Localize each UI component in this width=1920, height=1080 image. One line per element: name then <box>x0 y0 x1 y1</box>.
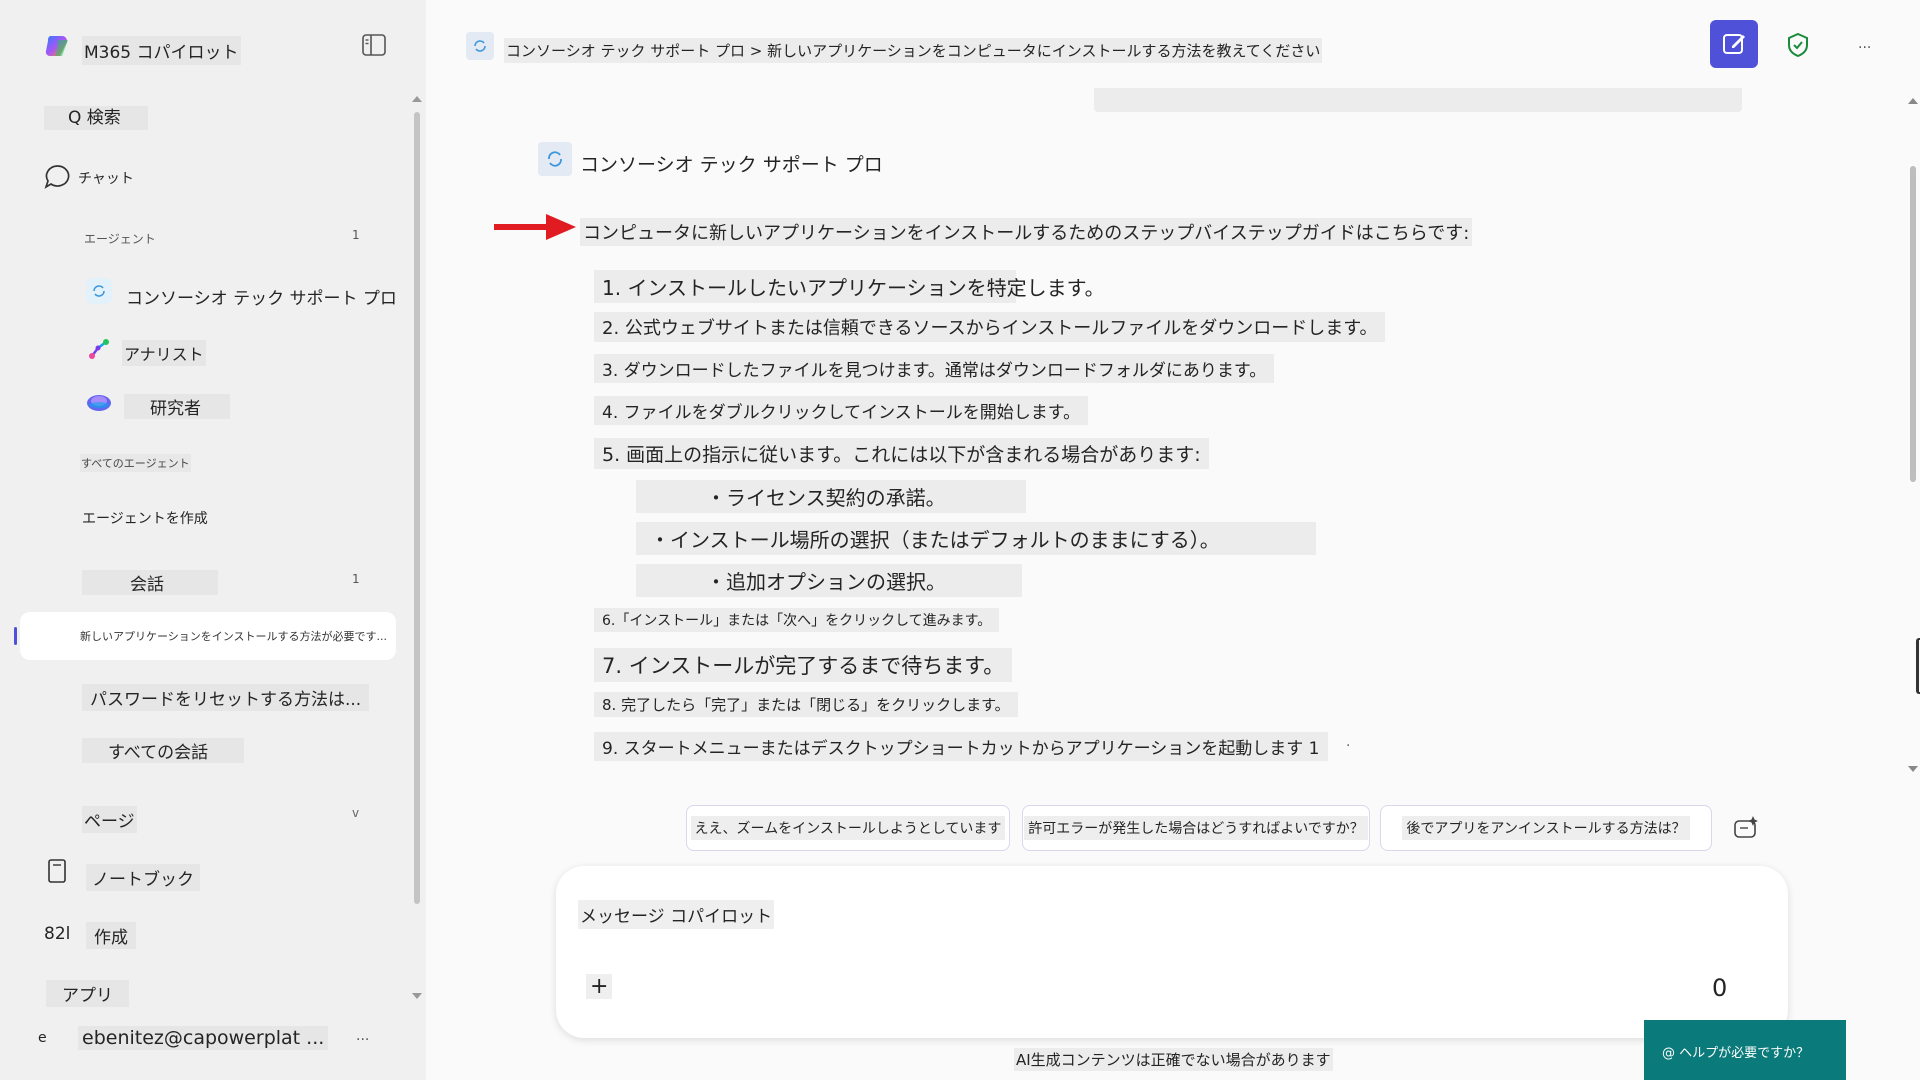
user-email[interactable]: ebenitez@capowerplat ... <box>78 1026 329 1050</box>
toggle-sidebar-icon[interactable] <box>362 34 386 56</box>
sidebar-scroll-up[interactable] <box>412 96 422 102</box>
list-item: ・ライセンス契約の承諾。 <box>636 480 1026 513</box>
conversations-count: 1 <box>352 572 360 586</box>
chat-nav-item[interactable]: チャット <box>78 168 134 188</box>
list-item: 8. 完了したら「完了」または「閉じる」をクリックします。 <box>594 692 1018 717</box>
previous-user-message <box>1094 88 1742 112</box>
analyst-agent-icon <box>86 336 112 362</box>
pages-section-label[interactable]: ページ <box>82 806 137 833</box>
chat-icon <box>44 164 70 190</box>
list-item: 5. 画面上の指示に従います。これには以下が含まれる場合があります: <box>594 438 1209 469</box>
user-avatar[interactable]: e <box>38 1030 47 1046</box>
suggestion-chip-uninstall[interactable]: 後でアプリをアンインストールする方法は？ <box>1380 805 1712 851</box>
shield-check-icon[interactable] <box>1786 32 1810 58</box>
agents-section-label: エージェント <box>84 232 156 246</box>
suggestion-label: 後でアプリをアンインストールする方法は？ <box>1402 816 1690 840</box>
sidebar-scrollbar[interactable] <box>414 112 420 904</box>
sidebar-item-tech-support-pro[interactable]: コンソーシオ テック サポート プロ <box>126 284 397 309</box>
conversation-item-active[interactable]: 新しいアプリケーションをインストールする方法が必要です... <box>14 612 396 660</box>
suggestion-chip-permission-error[interactable]: 許可エラーが発生した場合はどうすればよいですか？ <box>1022 805 1370 851</box>
active-indicator <box>14 627 17 645</box>
tech-support-agent-icon <box>86 278 112 304</box>
list-item: 4. ファイルをダブルクリックしてインストールを開始します。 <box>594 396 1089 425</box>
main-panel: コンソーシオ テック サポート プロ > 新しいアプリケーションをコンピュータに… <box>426 0 1920 1080</box>
message-input[interactable]: メッセージ コパイロット <box>578 900 775 929</box>
all-conversations-link[interactable]: すべての会話 <box>82 738 244 763</box>
search-button[interactable]: Q 検索 <box>44 106 148 130</box>
sparkle-prompt-icon[interactable] <box>1732 814 1760 842</box>
researcher-agent-icon <box>86 390 112 416</box>
ai-disclaimer: AI生成コンテンツは正確でない場合があります <box>1014 1048 1333 1071</box>
user-more-button[interactable]: ... <box>356 1028 369 1044</box>
list-item: ・追加オプションの選択。 <box>636 564 1022 597</box>
create-agent-link[interactable]: エージェントを作成 <box>82 508 208 528</box>
sidebar-item-researcher[interactable]: 研究者 <box>124 394 230 419</box>
message-composer[interactable]: メッセージ コパイロット + 0 <box>556 866 1788 1038</box>
chat-scroll-up[interactable] <box>1908 98 1918 104</box>
more-options-button[interactable]: ... <box>1858 36 1871 52</box>
add-attachment-button[interactable]: + <box>586 974 613 999</box>
conversation-title: 新しいアプリケーションをインストールする方法が必要です... <box>80 630 388 643</box>
notebook-icon <box>46 858 68 884</box>
red-arrow-icon <box>492 212 578 242</box>
list-item: 6.「インストール」または「次へ」をクリックして進みます。 <box>594 608 1000 632</box>
copilot-logo-icon <box>44 32 72 60</box>
chat-scroll-down[interactable] <box>1908 766 1918 772</box>
pages-chevron-icon[interactable]: v <box>352 806 359 820</box>
apps-nav-item[interactable]: アプリ <box>46 980 129 1007</box>
agents-count: 1 <box>352 228 360 242</box>
list-item: 2. 公式ウェブサイトまたは信頼できるソースからインストールファイルをダウンロー… <box>594 312 1386 342</box>
conversations-section-label: 会話 <box>82 570 218 595</box>
suggestion-label: ええ、ズームをインストールしようとしています <box>690 816 1006 840</box>
help-label: @ ヘルプが必要ですか？ <box>1662 1046 1810 1061</box>
breadcrumb[interactable]: コンソーシオ テック サポート プロ > 新しいアプリケーションをコンピュータに… <box>504 38 1323 63</box>
app-title: M365 コパイロット <box>82 36 241 65</box>
sidebar-item-analyst[interactable]: アナリスト <box>122 340 206 366</box>
citation-period: . <box>1346 734 1351 750</box>
suggestion-label: 許可エラーが発生した場合はどうすればよいですか？ <box>1024 816 1368 840</box>
response-intro: コンピュータに新しいアプリケーションをインストールするためのステップバイステップ… <box>580 218 1473 246</box>
new-chat-button[interactable] <box>1710 20 1758 68</box>
create-icon: 82l <box>44 924 70 944</box>
list-item: 3. ダウンロードしたファイルを見つけます。通常はダウンロードフォルダにあります… <box>594 354 1275 383</box>
character-counter: 0 <box>1712 974 1728 1002</box>
all-agents-link[interactable]: すべてのエージェント <box>80 454 191 472</box>
sidebar: M365 コパイロット Q 検索 チャット エージェント 1 コンソーシオ テッ… <box>0 0 426 1080</box>
create-nav-item[interactable]: 作成 <box>86 922 136 949</box>
list-item: ・インストール場所の選択（またはデフォルトのままにする）。 <box>636 522 1316 555</box>
chat-scrollbar[interactable] <box>1910 166 1916 482</box>
help-button[interactable]: @ ヘルプが必要ですか？ <box>1644 1020 1846 1080</box>
list-item: 9. スタートメニューまたはデスクトップショートカットからアプリケーションを起動… <box>594 732 1328 761</box>
notebook-nav-item[interactable]: ノートブック <box>86 864 200 891</box>
compose-icon <box>1723 34 1745 54</box>
conversation-item-password-reset[interactable]: パスワードをリセットする方法は... <box>82 684 370 711</box>
agent-avatar-icon <box>538 142 572 176</box>
list-item: 1. インストールしたいアプリケーションを特定します。 <box>594 270 1105 303</box>
agent-name: コンソーシオ テック サポート プロ <box>580 154 883 176</box>
suggestion-chip-zoom[interactable]: ええ、ズームをインストールしようとしています <box>686 805 1010 851</box>
resize-handle[interactable] <box>1916 638 1920 694</box>
list-item: 7. インストールが完了するまで待ちます。 <box>594 648 1013 682</box>
sidebar-scroll-down[interactable] <box>412 993 422 999</box>
agent-badge-icon <box>466 32 494 60</box>
